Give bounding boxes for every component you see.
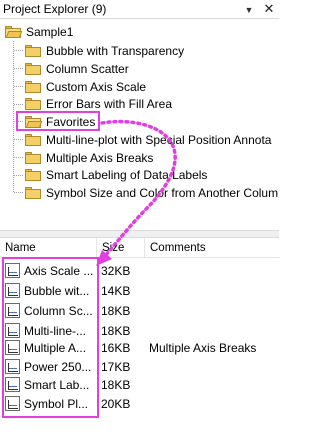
tree-item-label: Bubble with Transparency <box>46 44 185 58</box>
list-item-size: 32KB <box>101 263 131 278</box>
tree-item-label: Custom Axis Scale <box>46 80 147 94</box>
list-item-size: 20KB <box>101 396 131 411</box>
close-icon[interactable]: ✕ <box>262 1 276 16</box>
panel-title: Project Explorer (9) <box>3 2 107 16</box>
favorites-highlight-box <box>16 111 100 131</box>
tree-item-column-scatter[interactable]: Column Scatter <box>25 60 129 78</box>
tree-root-label: Sample1 <box>26 25 74 39</box>
pin-icon[interactable]: ▼ <box>242 3 256 17</box>
tree-item-label: Multi-line-plot with Special Position An… <box>46 133 272 147</box>
tree-item-label: Symbol Size and Color from Another Colum <box>46 186 279 200</box>
tree-item-bubble-with-transparency[interactable]: Bubble with Transparency <box>25 42 184 60</box>
tree-item-multi-line-plot[interactable]: Multi-line-plot with Special Position An… <box>25 131 271 149</box>
list-item-size: 18KB <box>101 303 131 318</box>
tree-item-multiple-axis-breaks[interactable]: Multiple Axis Breaks <box>25 149 153 167</box>
tree-item-label: Column Scatter <box>46 62 129 76</box>
tree-item-symbol-size-and-color[interactable]: Symbol Size and Color from Another Colum <box>25 184 278 202</box>
folder-icon <box>25 98 41 110</box>
folder-icon <box>25 152 41 164</box>
folder-icon <box>25 81 41 93</box>
list-item-size: 14KB <box>101 283 131 298</box>
folder-icon <box>25 134 41 146</box>
tree-root-sample1[interactable]: Sample1 <box>5 23 73 41</box>
title-bar: Project Explorer (9) ▼ ✕ <box>0 0 279 19</box>
list-item-comment: Multiple Axis Breaks <box>149 340 257 355</box>
list-item-size: 16KB <box>101 340 131 355</box>
open-folder-icon <box>5 26 23 38</box>
tree-item-smart-labeling[interactable]: Smart Labeling of Data Labels <box>25 166 207 184</box>
list-header: Name Size Comments <box>0 238 279 258</box>
tree-item-label: Multiple Axis Breaks <box>46 151 154 165</box>
folder-icon <box>25 45 41 57</box>
tree-item-label: Error Bars with Fill Area <box>46 97 173 111</box>
column-header-size[interactable]: Size <box>97 238 145 258</box>
folder-icon <box>25 63 41 75</box>
pane-splitter[interactable] <box>0 230 279 238</box>
folder-icon <box>25 187 41 199</box>
column-header-name[interactable]: Name <box>0 238 97 258</box>
tree-item-custom-axis-scale[interactable]: Custom Axis Scale <box>25 78 146 96</box>
list-item-size: 18KB <box>101 377 131 392</box>
list-names-highlight-box <box>2 257 99 418</box>
column-header-comments[interactable]: Comments <box>145 238 279 258</box>
tree-item-label: Smart Labeling of Data Labels <box>46 168 208 182</box>
folder-icon <box>25 169 41 181</box>
